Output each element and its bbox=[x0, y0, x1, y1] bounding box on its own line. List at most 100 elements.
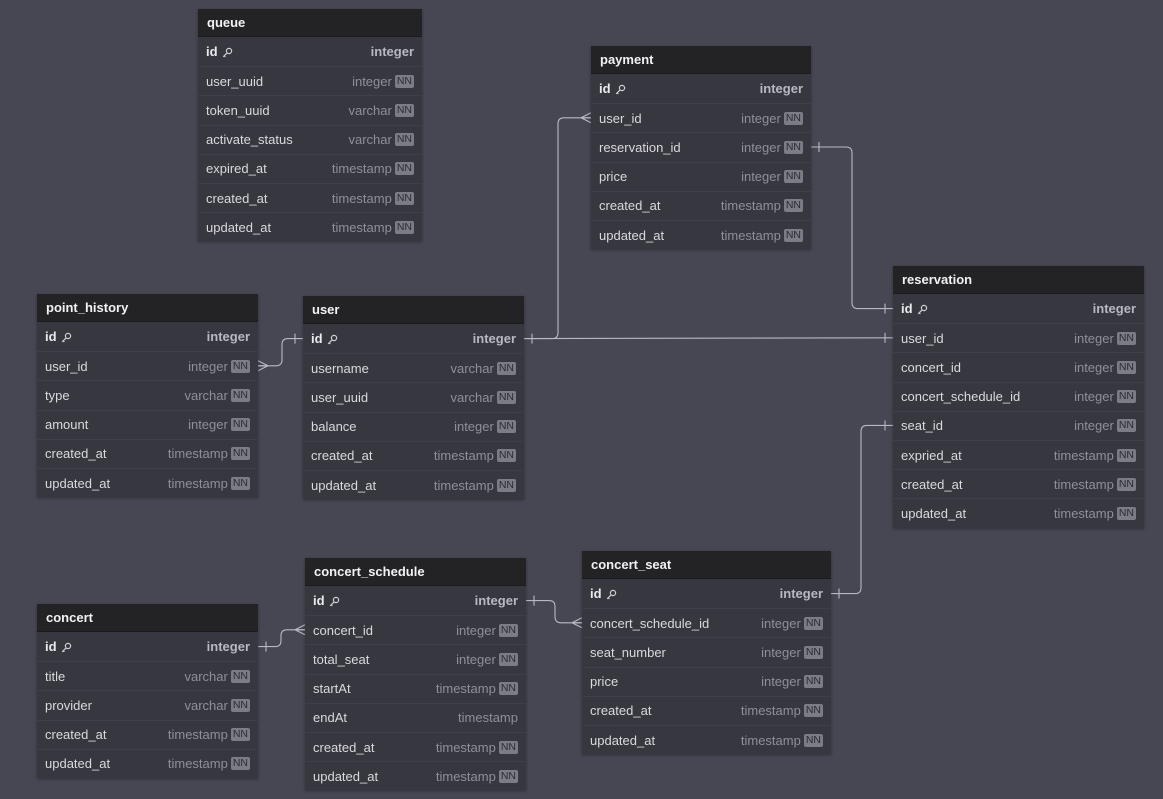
table-concert-seat[interactable]: concert_seat id integer concert_schedule_id… bbox=[582, 551, 831, 755]
column-row[interactable]: reservation_id integer NN bbox=[591, 132, 811, 161]
column-row[interactable]: endAt timestamp bbox=[305, 702, 526, 732]
column-row[interactable]: id integer bbox=[198, 37, 422, 66]
column-row[interactable]: concert_schedule_id integer NN bbox=[582, 608, 831, 637]
column-name: seat_id bbox=[901, 418, 943, 434]
column-type: integer bbox=[761, 615, 801, 631]
table-payment[interactable]: payment id integer user_id integer NN reservat… bbox=[591, 46, 811, 250]
column-row[interactable]: created_at timestamp NN bbox=[198, 182, 422, 212]
column-type: timestamp bbox=[740, 732, 801, 748]
column-row[interactable]: concert_schedule_id integer NN bbox=[893, 381, 1144, 411]
key-icon bbox=[615, 84, 625, 95]
column-type: timestamp bbox=[435, 681, 496, 697]
column-row[interactable]: created_at timestamp NN bbox=[37, 438, 258, 468]
many-marker bbox=[571, 617, 583, 629]
column-row[interactable]: created_at timestamp NN bbox=[303, 440, 524, 470]
not-null-badge: NN bbox=[803, 704, 823, 718]
column-row[interactable]: concert_id integer NN bbox=[305, 615, 526, 644]
column-name: updated_at bbox=[311, 477, 377, 493]
column-row[interactable]: token_uuid varchar NN bbox=[198, 95, 422, 124]
table-concert[interactable]: concert id integer title varchar NN provider va… bbox=[37, 604, 258, 778]
column-row[interactable]: created_at timestamp NN bbox=[591, 190, 811, 220]
column-row[interactable]: activate_status varchar NN bbox=[198, 124, 422, 154]
column-row[interactable]: expired_at timestamp NN bbox=[198, 153, 422, 183]
table-reservation[interactable]: reservation id integer user_id integer NN conc… bbox=[893, 266, 1144, 528]
column-row[interactable]: id integer bbox=[305, 586, 526, 615]
not-null-badge: NN bbox=[803, 675, 823, 689]
column-row[interactable]: id integer bbox=[37, 632, 258, 661]
column-row[interactable]: updated_at timestamp NN bbox=[303, 469, 524, 499]
key-icon bbox=[327, 334, 337, 345]
column-name: endAt bbox=[313, 710, 347, 726]
column-row[interactable]: total_seat integer NN bbox=[305, 644, 526, 673]
column-type: integer bbox=[1074, 389, 1114, 405]
column-row[interactable]: id integer bbox=[37, 322, 258, 351]
column-row[interactable]: created_at timestamp NN bbox=[893, 469, 1144, 498]
column-name: user_id bbox=[599, 110, 642, 126]
column-row[interactable]: updated_at timestamp NN bbox=[305, 761, 526, 790]
column-row[interactable]: updated_at timestamp NN bbox=[37, 748, 258, 778]
column-row[interactable]: type varchar NN bbox=[37, 380, 258, 409]
column-type: timestamp bbox=[433, 477, 494, 493]
table-title[interactable]: reservation bbox=[893, 266, 1144, 294]
column-row[interactable]: id integer bbox=[303, 324, 524, 353]
table-title[interactable]: concert_seat bbox=[582, 551, 831, 579]
column-type: integer bbox=[370, 44, 414, 60]
table-title[interactable]: user bbox=[303, 296, 524, 324]
column-row[interactable]: user_id integer NN bbox=[893, 323, 1144, 352]
column-row[interactable]: user_id integer NN bbox=[37, 351, 258, 380]
not-null-badge: NN bbox=[230, 418, 250, 432]
table-user[interactable]: user id integer username varchar NN user_uuid v… bbox=[303, 296, 524, 500]
column-row[interactable]: created_at timestamp NN bbox=[37, 719, 258, 749]
column-row[interactable]: price integer NN bbox=[582, 666, 831, 696]
column-type: integer bbox=[188, 358, 228, 374]
column-name: id bbox=[313, 593, 475, 608]
column-row[interactable]: id integer bbox=[591, 74, 811, 103]
column-name: created_at bbox=[311, 448, 373, 464]
column-row[interactable]: updated_at timestamp NN bbox=[582, 724, 831, 754]
column-type: timestamp bbox=[458, 710, 518, 726]
column-row[interactable]: seat_number integer NN bbox=[582, 637, 831, 666]
column-row[interactable]: user_uuid varchar NN bbox=[303, 382, 524, 411]
column-row[interactable]: updated_at timestamp NN bbox=[893, 498, 1144, 527]
column-row[interactable]: amount integer NN bbox=[37, 409, 258, 439]
column-row[interactable]: price integer NN bbox=[591, 161, 811, 191]
column-row[interactable]: user_uuid integer NN bbox=[198, 66, 422, 95]
not-null-badge: NN bbox=[783, 228, 803, 242]
table-title[interactable]: point_history bbox=[37, 294, 258, 322]
column-row[interactable]: username varchar NN bbox=[303, 353, 524, 382]
column-row[interactable]: concert_id integer NN bbox=[893, 352, 1144, 381]
table-title[interactable]: queue bbox=[198, 9, 422, 37]
column-row[interactable]: updated_at timestamp NN bbox=[591, 219, 811, 249]
column-row[interactable]: updated_at timestamp NN bbox=[37, 467, 258, 497]
column-row[interactable]: user_id integer NN bbox=[591, 103, 811, 132]
column-row[interactable]: created_at timestamp NN bbox=[582, 695, 831, 725]
column-row[interactable]: updated_at timestamp NN bbox=[198, 212, 422, 241]
table-title[interactable]: concert_schedule bbox=[305, 558, 526, 586]
table-queue[interactable]: queue id integer user_uuid integer NN token_uu… bbox=[198, 9, 422, 242]
column-row[interactable]: created_at timestamp NN bbox=[305, 731, 526, 761]
column-type: timestamp bbox=[740, 703, 801, 719]
many-marker bbox=[257, 360, 269, 372]
column-type: integer bbox=[188, 417, 228, 433]
column-row[interactable]: provider varchar NN bbox=[37, 690, 258, 719]
column-type: varchar bbox=[184, 697, 228, 713]
column-name: id bbox=[590, 586, 780, 601]
table-title[interactable]: concert bbox=[37, 604, 258, 632]
column-row[interactable]: title varchar NN bbox=[37, 661, 258, 690]
table-title[interactable]: payment bbox=[591, 46, 811, 74]
column-row[interactable]: balance integer NN bbox=[303, 411, 524, 441]
column-row[interactable]: id integer bbox=[582, 579, 831, 608]
column-type: varchar bbox=[450, 360, 494, 376]
table-point-history[interactable]: point_history id integer user_id integer NN ty… bbox=[37, 294, 258, 498]
column-type: integer bbox=[1074, 359, 1114, 375]
column-name: expired_at bbox=[206, 161, 267, 177]
column-row[interactable]: expried_at timestamp NN bbox=[893, 439, 1144, 469]
column-row[interactable]: id integer bbox=[893, 294, 1144, 323]
table-concert-schedule[interactable]: concert_schedule id integer concert_id integ… bbox=[305, 558, 526, 791]
column-row[interactable]: startAt timestamp NN bbox=[305, 673, 526, 703]
column-name: updated_at bbox=[206, 219, 272, 235]
column-row[interactable]: seat_id integer NN bbox=[893, 410, 1144, 440]
column-name: id bbox=[45, 329, 207, 344]
not-null-badge: NN bbox=[498, 740, 518, 754]
column-name: updated_at bbox=[45, 756, 111, 772]
